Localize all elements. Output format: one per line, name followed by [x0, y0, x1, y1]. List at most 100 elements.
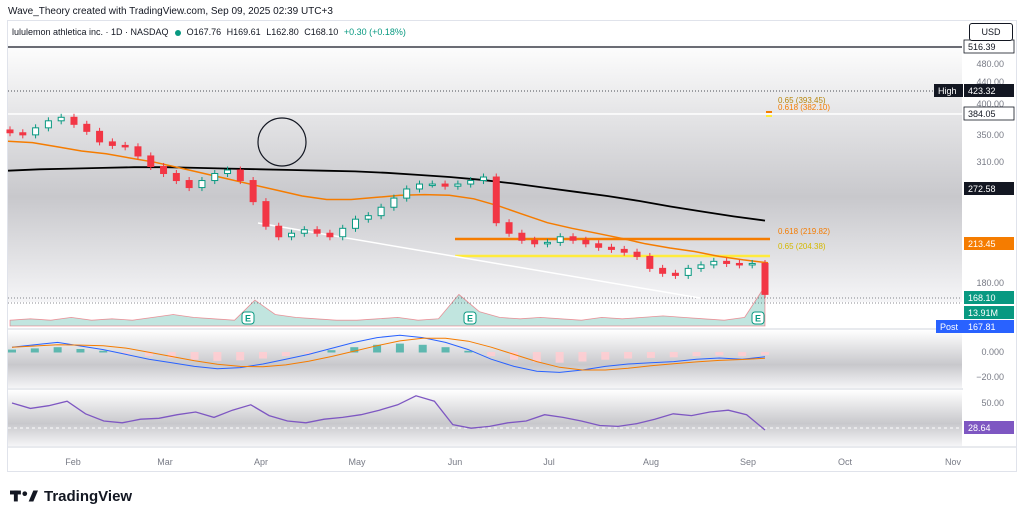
candle-body [262, 201, 270, 227]
rsi-pane-bg [8, 390, 962, 446]
candle-body [236, 169, 244, 182]
candle-body [748, 262, 756, 266]
candle-body [710, 260, 718, 266]
candle-body [761, 262, 769, 295]
candle-body [582, 239, 590, 245]
candle-body [659, 267, 667, 274]
candle-body [44, 120, 52, 129]
fib-label-0618-low: 0.618 (219.82) [778, 227, 830, 236]
macd-histogram-bar [441, 347, 450, 353]
symbol-name[interactable]: lululemon athletica inc. · 1D · NASDAQ [12, 27, 169, 37]
macd-histogram-bar [99, 350, 108, 353]
volume-tag: 13.91M [968, 308, 998, 318]
earnings-marker: E [467, 314, 473, 324]
price-tag-last: 168.10 [968, 293, 996, 303]
macd-histogram-bar [601, 352, 610, 360]
candle-body [390, 197, 398, 208]
candle-body [198, 180, 206, 189]
macd-histogram-bar [715, 352, 724, 356]
candle-body [96, 130, 104, 143]
time-axis-month-label: Apr [254, 457, 268, 467]
candle-body [467, 180, 475, 185]
macd-histogram-bar [259, 352, 267, 359]
time-axis-month-label: Feb [65, 457, 81, 467]
macd-histogram-bar [327, 350, 336, 353]
earnings-marker: E [245, 314, 251, 324]
candle-body [505, 222, 513, 234]
candle-body [646, 255, 654, 269]
macd-histogram-bar [53, 347, 62, 353]
candle-body [172, 173, 180, 182]
candle-body [595, 243, 603, 248]
candle-body [415, 183, 423, 190]
macd-pane-bg [8, 330, 962, 388]
time-axis-month-label: Sep [740, 457, 756, 467]
macd-histogram-bar [692, 352, 701, 357]
post-label-tag: Post [940, 322, 959, 332]
candle-body [121, 144, 129, 148]
macd-histogram-bar [418, 344, 427, 353]
candle-body [249, 180, 257, 203]
market-status-dot-icon [175, 29, 182, 36]
price-tag-ma50: 213.45 [968, 239, 996, 249]
time-axis-month-label: Jun [448, 457, 463, 467]
open-label: O [186, 27, 194, 37]
candle-body [275, 225, 283, 238]
macd-tick-neg20: −20.00 [976, 372, 1004, 382]
candle-body [108, 141, 116, 146]
candle-body [428, 183, 436, 187]
tradingview-wordmark: TradingView [44, 487, 133, 505]
candle-body [326, 232, 334, 238]
fib-label-065-low: 0.65 (204.38) [778, 242, 826, 251]
price-tag-384: 384.05 [968, 109, 996, 119]
candle-body [531, 239, 539, 245]
macd-histogram-bar [76, 349, 85, 353]
price-tag-516: 516.39 [968, 42, 996, 52]
post-price-tag: 167.81 [968, 322, 996, 332]
rsi-tick-50: 50.00 [981, 398, 1004, 408]
candle-body [543, 241, 551, 245]
time-axis-month-label: Mar [157, 457, 173, 467]
candle-body [19, 132, 27, 136]
candle-body [185, 180, 193, 189]
candle-body [492, 176, 500, 224]
open-value: 167.76 [193, 27, 222, 37]
price-tick-label: 350.00 [976, 130, 1004, 140]
candle-body [313, 229, 321, 234]
macd-histogram-bar [578, 352, 587, 362]
macd-histogram-bar [555, 352, 564, 363]
candle-body [403, 188, 411, 199]
rsi-value-tag: 28.64 [968, 423, 991, 433]
candle-body [735, 262, 743, 266]
time-axis-month-label: Oct [838, 457, 853, 467]
candle-body [569, 236, 577, 241]
candle-body [479, 176, 487, 182]
candle-body [224, 169, 232, 175]
macd-histogram-bar [8, 349, 16, 353]
symbol-info-line[interactable]: lululemon athletica inc. · 1D · NASDAQ O… [12, 27, 406, 37]
candle-body [57, 116, 65, 122]
macd-histogram-bar [624, 352, 633, 359]
macd-tick-zero: 0.000 [981, 347, 1004, 357]
macd-histogram-bar [213, 352, 222, 361]
high-value: 169.61 [233, 27, 261, 37]
price-tag-high: 423.32 [968, 86, 996, 96]
candle-body [671, 272, 679, 276]
price-chart[interactable]: EEE 0.65 (393.45)0.618 (382.10)0.618 (21… [0, 0, 1024, 517]
macd-histogram-bar [236, 352, 245, 361]
tradingview-logo[interactable]: TradingView [10, 486, 132, 506]
high-label-tag: High [938, 86, 957, 96]
earnings-marker: E [755, 314, 761, 324]
candle-body [147, 155, 155, 167]
macd-histogram-bar [487, 352, 496, 357]
time-axis-month-label: Nov [945, 457, 962, 467]
candle-body [83, 123, 91, 132]
macd-histogram-bar [669, 352, 678, 358]
currency-selector[interactable]: USD [969, 23, 1013, 41]
fib-label-0618-top: 0.618 (382.10) [778, 103, 830, 112]
candle-body [211, 173, 219, 182]
macd-histogram-bar [738, 352, 747, 357]
time-axis-month-label: Aug [643, 457, 659, 467]
candle-body [160, 165, 168, 175]
price-tick-label: 180.00 [976, 278, 1004, 288]
